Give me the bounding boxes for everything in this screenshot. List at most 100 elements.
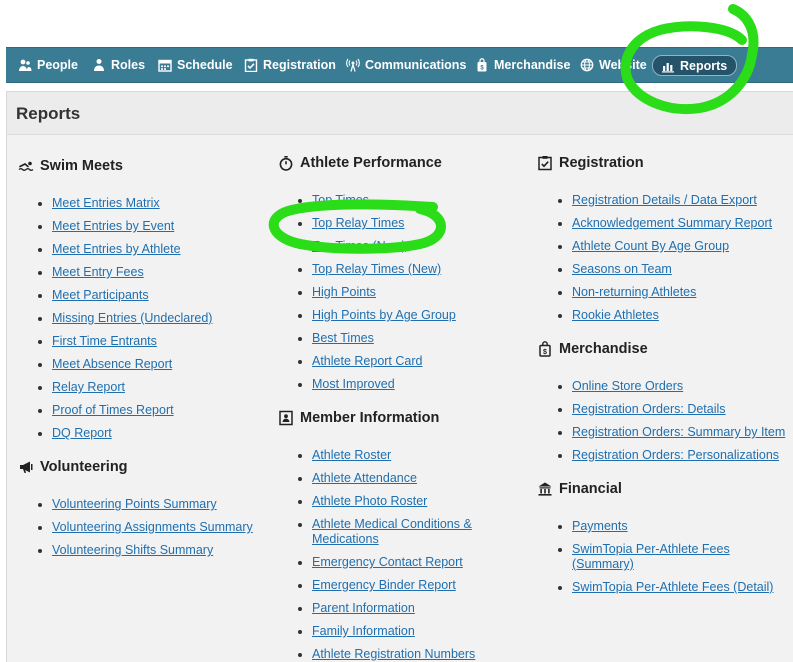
list-item: Athlete Count By Age Group — [557, 239, 729, 254]
report-link-meet-entries-matrix[interactable]: Meet Entries Matrix — [52, 196, 160, 210]
report-link-high-points[interactable]: High Points — [312, 285, 376, 299]
financial-heading-text: Financial — [559, 481, 622, 497]
list-item: Meet Absence Report — [37, 357, 172, 372]
report-link-athlete-report-card[interactable]: Athlete Report Card — [312, 354, 422, 368]
list-item: High Points — [298, 285, 376, 300]
report-link-best-times[interactable]: Best Times — [312, 331, 374, 345]
report-link-swimtopia-fees-summary[interactable]: SwimTopia Per-Athlete Fees — [572, 542, 730, 556]
list-item: High Points by Age Group — [298, 308, 456, 323]
list-item: Payments — [558, 519, 628, 534]
report-link-meet-participants[interactable]: Meet Participants — [52, 288, 149, 302]
list-item: Emergency Contact Report — [298, 555, 463, 570]
report-link-athlete-count-by-age-group[interactable]: Athlete Count By Age Group — [572, 239, 729, 253]
report-link-swimtopia-fees-summary-cont[interactable]: (Summary) — [572, 557, 634, 571]
report-link-volunteering-points-summary[interactable]: Volunteering Points Summary — [52, 497, 217, 511]
list-item: Athlete Report Card — [297, 354, 422, 369]
report-link-non-returning-athletes[interactable]: Non-returning Athletes — [572, 285, 696, 299]
report-link-online-store-orders[interactable]: Online Store Orders — [572, 379, 683, 393]
report-link-registration-orders-summary-by-item[interactable]: Registration Orders: Summary by Item — [572, 425, 785, 439]
nav-merchandise[interactable]: $ Merchandise — [475, 48, 570, 82]
nav-registration[interactable]: Registration — [244, 48, 336, 82]
report-link-emergency-contact-report[interactable]: Emergency Contact Report — [312, 555, 463, 569]
report-link-meet-entry-fees[interactable]: Meet Entry Fees — [52, 265, 144, 279]
report-link-top-relay-times[interactable]: Top Relay Times — [312, 216, 404, 230]
merchandise-heading-text: Merchandise — [559, 341, 648, 357]
report-link-volunteering-assignments-summary[interactable]: Volunteering Assignments Summary — [52, 520, 253, 534]
list-item: Top Times (New) — [298, 239, 406, 254]
report-link-payments[interactable]: Payments — [572, 519, 628, 533]
list-item: Athlete Roster — [297, 448, 391, 463]
report-link-seasons-on-team[interactable]: Seasons on Team — [572, 262, 672, 276]
report-link-athlete-medical-conditions[interactable]: Athlete Medical Conditions & — [312, 517, 472, 531]
nav-communications[interactable]: Communications — [346, 48, 466, 82]
report-link-family-information[interactable]: Family Information — [312, 624, 415, 638]
list-item: Volunteering Points Summary — [38, 497, 217, 512]
list-item: Online Store Orders — [557, 379, 683, 394]
nav-roles[interactable]: Roles — [92, 48, 145, 82]
list-item: Acknowledgement Summary Report — [557, 216, 772, 231]
list-item: Volunteering Assignments Summary — [38, 520, 253, 535]
registration-heading: Registration — [537, 155, 644, 171]
bar-chart-icon — [661, 59, 675, 73]
nav-schedule[interactable]: Schedule — [158, 48, 233, 82]
volunteering-heading: Volunteering — [18, 459, 128, 475]
swimmer-icon — [18, 158, 34, 174]
nav-website[interactable]: Website — [580, 48, 647, 82]
nav-schedule-label: Schedule — [177, 58, 233, 72]
report-link-relay-report[interactable]: Relay Report — [52, 380, 125, 394]
report-link-athlete-registration-numbers[interactable]: Athlete Registration Numbers — [312, 647, 475, 661]
report-link-most-improved[interactable]: Most Improved — [312, 377, 395, 391]
report-link-registration-orders-personalizations[interactable]: Registration Orders: Personalizations — [572, 448, 779, 462]
list-item: Meet Entries Matrix — [38, 196, 160, 211]
report-link-registration-details[interactable]: Registration Details / Data Export — [572, 193, 757, 207]
nav-reports[interactable]: Reports — [652, 55, 738, 76]
list-item: Athlete Photo Roster — [297, 494, 427, 509]
report-link-high-points-by-age-group[interactable]: High Points by Age Group — [312, 308, 456, 322]
id-card-icon — [278, 410, 294, 426]
list-item: Meet Participants — [38, 288, 149, 303]
report-link-dq-report[interactable]: DQ Report — [52, 426, 112, 440]
report-link-swimtopia-fees-detail[interactable]: SwimTopia Per-Athlete Fees (Detail) — [572, 580, 773, 594]
report-link-emergency-binder-report[interactable]: Emergency Binder Report — [312, 578, 456, 592]
report-link-parent-information[interactable]: Parent Information — [312, 601, 415, 615]
report-link-meet-entries-by-event[interactable]: Meet Entries by Event — [52, 219, 174, 233]
bank-icon — [537, 481, 553, 497]
list-item: Meet Entry Fees — [38, 265, 144, 280]
report-link-rookie-athletes[interactable]: Rookie Athletes — [572, 308, 659, 322]
list-item: Rookie Athletes — [558, 308, 659, 323]
report-link-top-times-new[interactable]: Top Times (New) — [312, 239, 406, 253]
report-link-top-times[interactable]: Top Times — [312, 193, 369, 207]
list-item: Meet Entries by Event — [37, 219, 174, 234]
report-link-meet-absence-report[interactable]: Meet Absence Report — [52, 357, 172, 371]
registration-heading-text: Registration — [559, 155, 644, 171]
report-link-proof-of-times-report[interactable]: Proof of Times Report — [52, 403, 174, 417]
athlete-performance-heading: Athlete Performance — [278, 155, 442, 171]
report-link-acknowledgement-summary[interactable]: Acknowledgement Summary Report — [572, 216, 772, 230]
report-link-missing-entries[interactable]: Missing Entries (Undeclared) — [52, 311, 212, 325]
globe-icon — [580, 58, 594, 72]
shopping-bag-icon: $ — [537, 341, 553, 357]
clipboard-check-icon — [244, 58, 258, 72]
reports-panel: Reports Swim Meets Meet Entries Matrix M… — [6, 91, 793, 662]
list-item: Best Times — [298, 331, 374, 346]
nav-people[interactable]: People — [18, 48, 78, 82]
list-item: Family Information — [298, 624, 415, 639]
list-item: Seasons on Team — [558, 262, 672, 277]
report-link-athlete-photo-roster[interactable]: Athlete Photo Roster — [312, 494, 427, 508]
list-item: Top Relay Times — [297, 216, 404, 231]
list-item: Meet Entries by Athlete — [38, 242, 181, 257]
list-item: Emergency Binder Report — [298, 578, 456, 593]
report-link-top-relay-times-new[interactable]: Top Relay Times (New) — [312, 262, 441, 276]
report-link-athlete-roster[interactable]: Athlete Roster — [312, 448, 391, 462]
report-link-registration-orders-details[interactable]: Registration Orders: Details — [572, 402, 726, 416]
report-link-athlete-medical-conditions-cont[interactable]: Medications — [312, 532, 379, 546]
list-item: Athlete Attendance — [298, 471, 417, 486]
list-item: Volunteering Shifts Summary — [37, 543, 213, 558]
report-link-first-time-entrants[interactable]: First Time Entrants — [52, 334, 157, 348]
list-item: First Time Entrants — [38, 334, 157, 349]
report-link-meet-entries-by-athlete[interactable]: Meet Entries by Athlete — [52, 242, 181, 256]
member-information-heading-text: Member Information — [300, 410, 440, 426]
report-link-athlete-attendance[interactable]: Athlete Attendance — [312, 471, 417, 485]
roles-icon — [92, 58, 106, 72]
report-link-volunteering-shifts-summary[interactable]: Volunteering Shifts Summary — [52, 543, 213, 557]
